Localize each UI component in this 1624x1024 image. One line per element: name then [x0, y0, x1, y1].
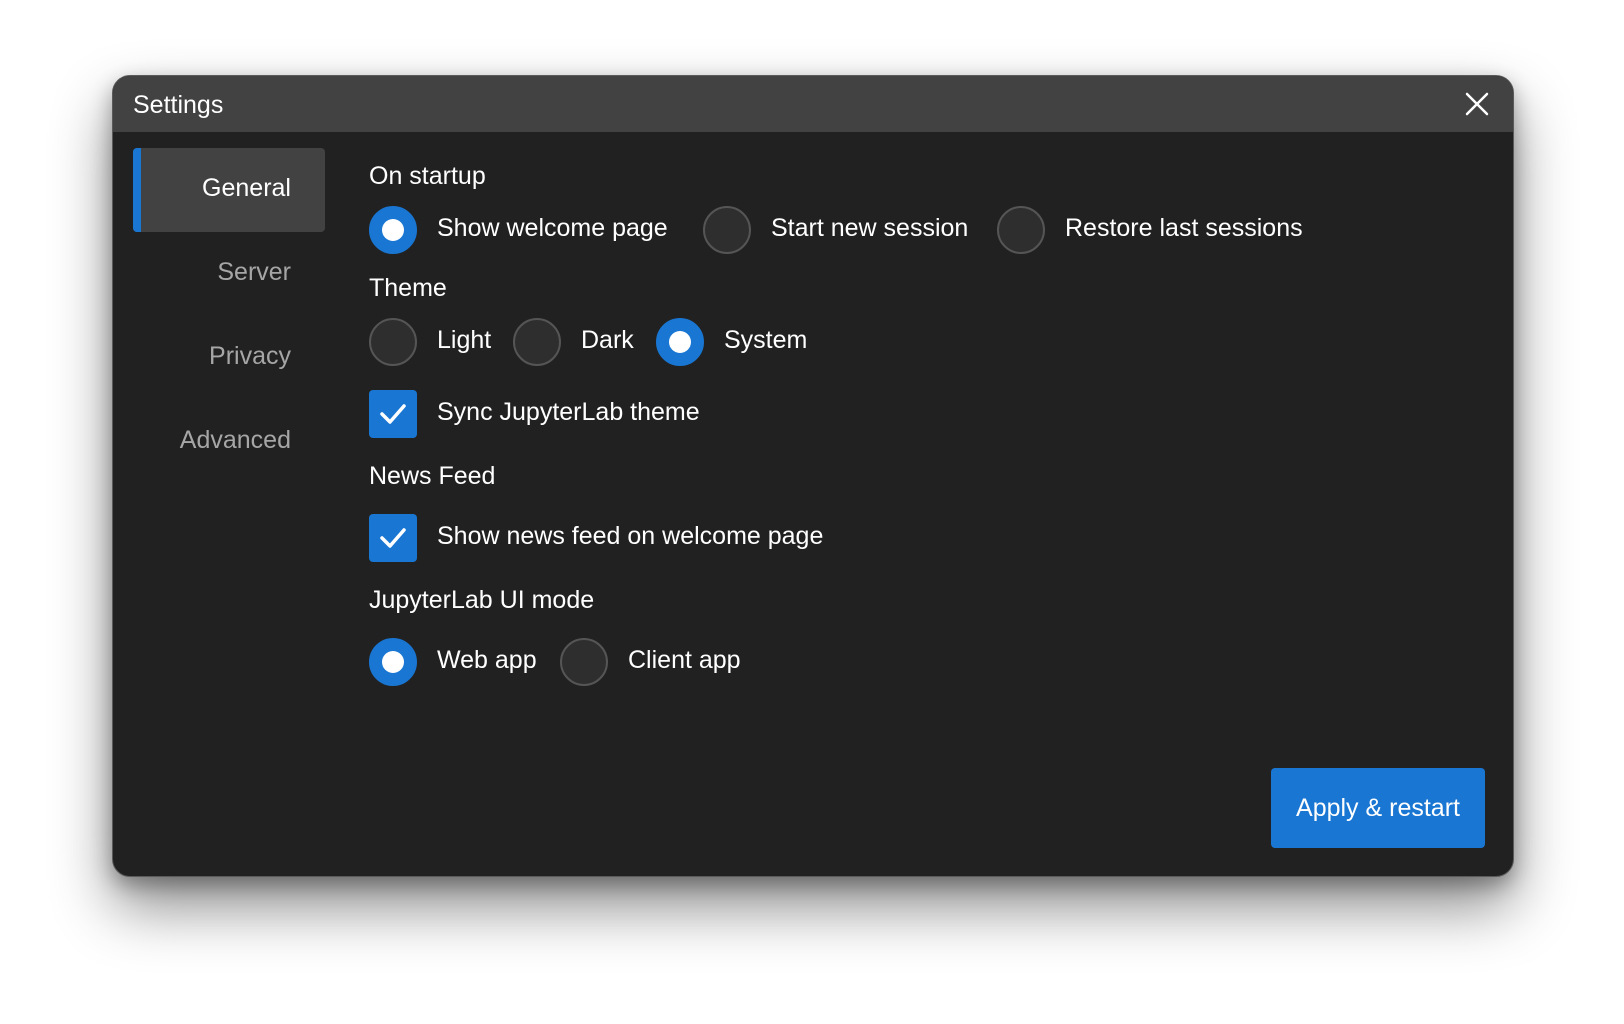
radio-label: Show welcome page	[437, 214, 668, 242]
sidebar-item-privacy[interactable]: Privacy	[133, 316, 325, 400]
radio-button[interactable]	[369, 206, 417, 254]
radio-label: System	[724, 326, 808, 354]
checkbox[interactable]	[369, 514, 417, 562]
radio-label: Dark	[581, 326, 634, 354]
sidebar-item-label: Advanced	[179, 426, 291, 454]
radio-button[interactable]	[656, 318, 704, 366]
radio-label: Web app	[437, 646, 537, 674]
radio-label: Restore last sessions	[1065, 214, 1303, 242]
radio-button[interactable]	[703, 206, 751, 254]
sidebar-item-label: General	[202, 174, 291, 202]
news-feed-section-title: News Feed	[369, 462, 496, 490]
radio-button[interactable]	[560, 638, 608, 686]
checkbox-label: Show news feed on welcome page	[437, 522, 824, 550]
title-bar: Settings	[113, 76, 1513, 132]
radio-button[interactable]	[513, 318, 561, 366]
radio-button[interactable]	[369, 318, 417, 366]
startup-section-title: On startup	[369, 162, 486, 190]
sidebar-item-label: Privacy	[209, 342, 291, 370]
checkmark-icon	[380, 528, 406, 548]
radio-label: Light	[437, 326, 492, 354]
sidebar-item-general[interactable]: General	[133, 148, 325, 232]
active-indicator	[133, 148, 141, 232]
sidebar-item-server[interactable]: Server	[133, 232, 325, 316]
checkbox[interactable]	[369, 390, 417, 438]
radio-button[interactable]	[369, 638, 417, 686]
close-icon[interactable]	[1457, 84, 1497, 124]
settings-window: Settings General Server Privacy Advanced…	[112, 75, 1514, 877]
checkmark-icon	[380, 404, 406, 424]
checkbox-label: Sync JupyterLab theme	[437, 398, 700, 426]
sidebar-item-advanced[interactable]: Advanced	[133, 400, 325, 484]
window-title: Settings	[133, 91, 224, 119]
ui-mode-section-title: JupyterLab UI mode	[369, 586, 595, 614]
sidebar-item-label: Server	[217, 258, 291, 286]
radio-label: Client app	[628, 646, 741, 674]
radio-button[interactable]	[997, 206, 1045, 254]
theme-section-title: Theme	[369, 274, 447, 302]
apply-restart-button[interactable]: Apply & restart	[1271, 768, 1485, 848]
radio-label: Start new session	[771, 214, 969, 242]
